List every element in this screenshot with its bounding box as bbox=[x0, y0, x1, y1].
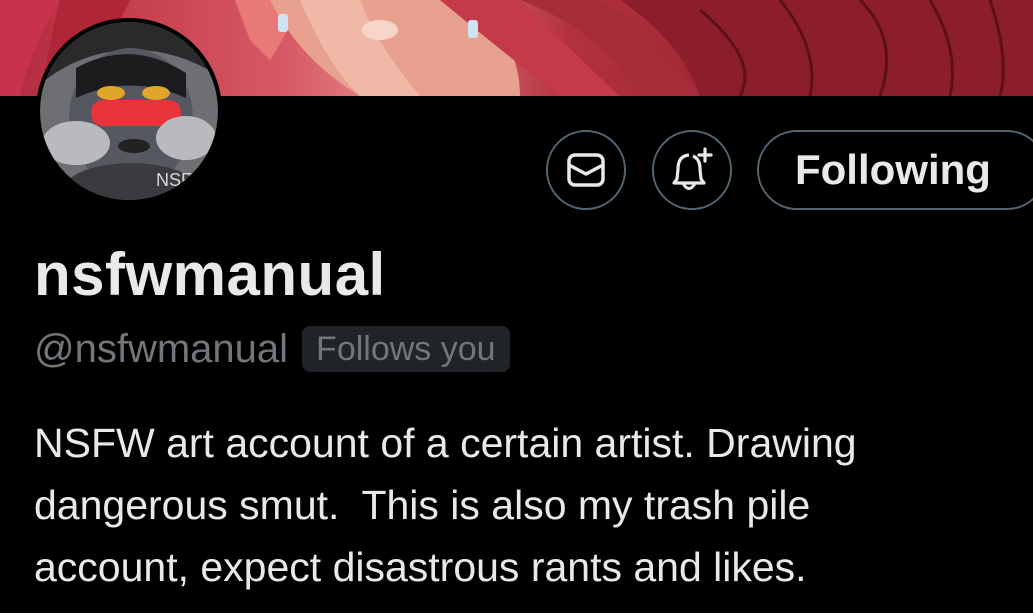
follows-you-badge: Follows you bbox=[302, 326, 510, 372]
display-name: nsfwmanual bbox=[34, 241, 386, 308]
handle-row: @nsfwmanual Follows you bbox=[34, 322, 510, 376]
avatar-artwork: NSF bbox=[36, 18, 222, 204]
message-button[interactable] bbox=[546, 130, 626, 210]
following-button[interactable]: Following bbox=[757, 130, 1033, 210]
notify-button[interactable] bbox=[652, 130, 732, 210]
bell-plus-icon bbox=[672, 147, 713, 191]
profile-bio: NSFW art account of a certain artist. Dr… bbox=[34, 420, 857, 590]
user-handle: @nsfwmanual bbox=[34, 326, 289, 371]
envelope-icon bbox=[567, 153, 605, 187]
avatar[interactable]: NSF bbox=[36, 18, 222, 204]
